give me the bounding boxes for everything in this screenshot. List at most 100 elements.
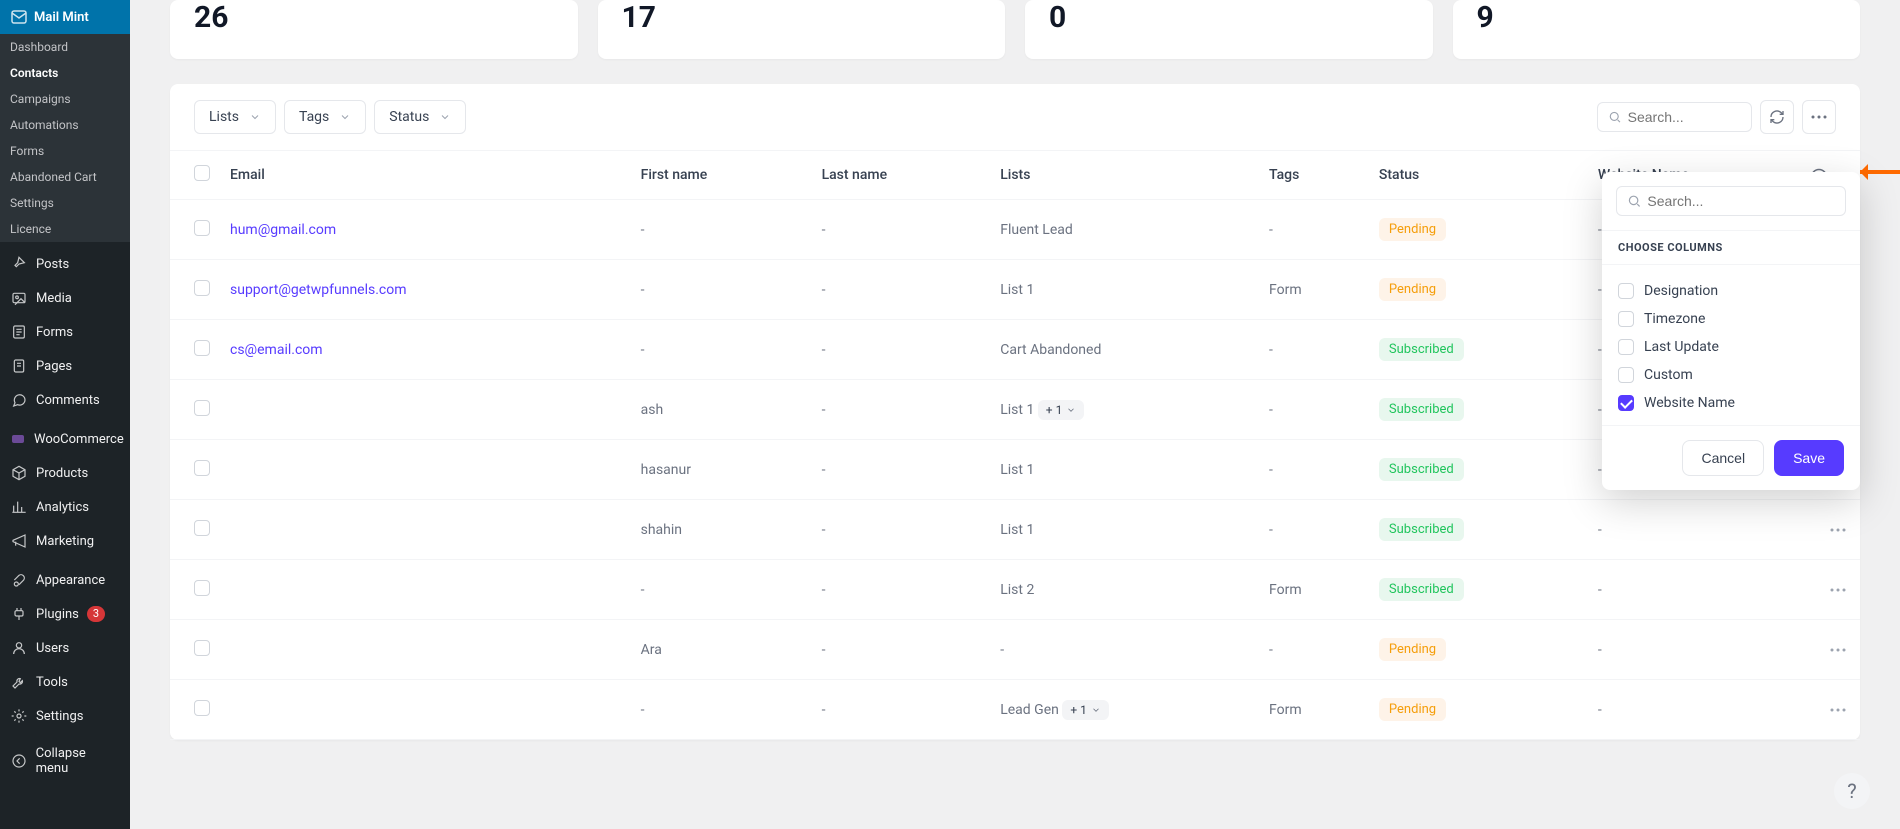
filter-button[interactable]: Lists	[194, 100, 276, 134]
marketing-icon	[11, 533, 27, 549]
stat-value: 0	[1049, 0, 1409, 35]
cell-status: Pending	[1369, 200, 1588, 260]
cell-lists: List 1	[990, 440, 1259, 500]
menu-item[interactable]: Collapse menu	[0, 738, 130, 784]
cell-first: -	[631, 200, 812, 260]
row-checkbox[interactable]	[194, 580, 210, 596]
row-more-button[interactable]	[1820, 500, 1860, 560]
menu-item[interactable]: WooCommerce	[0, 422, 130, 456]
option-checkbox[interactable]	[1618, 367, 1634, 383]
toolbar: ListsTagsStatus	[170, 84, 1860, 150]
select-all-checkbox[interactable]	[194, 165, 210, 181]
column-header[interactable]: Last name	[812, 151, 991, 200]
row-checkbox[interactable]	[194, 700, 210, 716]
column-option[interactable]: Designation	[1618, 277, 1844, 305]
menu-item[interactable]: Appearance	[0, 563, 130, 597]
menu-item[interactable]: Media	[0, 281, 130, 315]
cell-status: Subscribed	[1369, 500, 1588, 560]
cell-last: -	[812, 620, 991, 680]
submenu-item[interactable]: Licence	[0, 216, 130, 242]
pin-icon	[11, 256, 27, 272]
cell-email[interactable]: hum@gmail.com	[220, 200, 631, 260]
row-checkbox[interactable]	[194, 340, 210, 356]
mail-icon	[10, 8, 28, 26]
brand-label: Mail Mint	[34, 10, 89, 25]
menu-item[interactable]: Plugins3	[0, 597, 130, 631]
row-more-button[interactable]	[1820, 680, 1860, 740]
submenu-item[interactable]: Dashboard	[0, 34, 130, 60]
refresh-button[interactable]	[1760, 100, 1794, 134]
row-more-button[interactable]	[1820, 560, 1860, 620]
lists-more-pill[interactable]: + 1	[1062, 700, 1109, 720]
cell-email[interactable]: support@getwpfunnels.com	[220, 260, 631, 320]
row-checkbox[interactable]	[194, 520, 210, 536]
lists-more-pill[interactable]: + 1	[1038, 400, 1085, 420]
menu-item[interactable]: Marketing	[0, 524, 130, 558]
help-button[interactable]: ?	[1834, 773, 1870, 809]
column-option[interactable]: Timezone	[1618, 305, 1844, 333]
cell-status: Pending	[1369, 680, 1588, 740]
option-checkbox[interactable]	[1618, 311, 1634, 327]
plugin-submenu: DashboardContactsCampaignsAutomationsFor…	[0, 34, 130, 242]
media-icon	[11, 290, 27, 306]
cell-first: ash	[631, 380, 812, 440]
cell-email	[220, 380, 631, 440]
submenu-item[interactable]: Abandoned Cart	[0, 164, 130, 190]
menu-item[interactable]: Forms	[0, 315, 130, 349]
cancel-button[interactable]: Cancel	[1682, 440, 1764, 476]
menu-item[interactable]: Comments	[0, 383, 130, 417]
submenu-item[interactable]: Automations	[0, 112, 130, 138]
option-checkbox[interactable]	[1618, 339, 1634, 355]
chevron-down-icon	[1066, 405, 1076, 415]
option-checkbox[interactable]	[1618, 283, 1634, 299]
menu-item[interactable]: Settings	[0, 699, 130, 733]
menu-item[interactable]: Users	[0, 631, 130, 665]
submenu-item[interactable]: Campaigns	[0, 86, 130, 112]
brand[interactable]: Mail Mint	[0, 0, 130, 34]
table-row: --Lead Gen + 1 FormPending-	[170, 680, 1860, 740]
row-more-button[interactable]	[1820, 620, 1860, 680]
column-option[interactable]: Last Update	[1618, 333, 1844, 361]
row-checkbox[interactable]	[194, 640, 210, 656]
menu-item[interactable]: Pages	[0, 349, 130, 383]
table-row: --List 2FormSubscribed-	[170, 560, 1860, 620]
menu-item[interactable]: Products	[0, 456, 130, 490]
filter-button[interactable]: Tags	[284, 100, 366, 134]
filter-button[interactable]: Status	[374, 100, 466, 134]
status-badge: Subscribed	[1379, 518, 1464, 541]
option-checkbox[interactable]	[1618, 395, 1634, 411]
cell-email[interactable]: cs@email.com	[220, 320, 631, 380]
column-header[interactable]: Lists	[990, 151, 1259, 200]
row-checkbox[interactable]	[194, 460, 210, 476]
page-icon	[11, 358, 27, 374]
cell-first: -	[631, 320, 812, 380]
stat-value: 9	[1477, 0, 1837, 35]
more-button[interactable]	[1802, 100, 1836, 134]
stat-value: 26	[194, 0, 554, 35]
row-checkbox[interactable]	[194, 400, 210, 416]
column-header[interactable]: First name	[631, 151, 812, 200]
stat-card: 9	[1453, 0, 1861, 59]
column-option[interactable]: Custom	[1618, 361, 1844, 389]
column-header[interactable]: Email	[220, 151, 631, 200]
cell-lists: -	[990, 620, 1259, 680]
row-checkbox[interactable]	[194, 220, 210, 236]
menu-item[interactable]: Posts	[0, 247, 130, 281]
popover-search[interactable]	[1616, 186, 1846, 216]
menu-item[interactable]: Analytics	[0, 490, 130, 524]
menu-item[interactable]: Tools	[0, 665, 130, 699]
submenu-item[interactable]: Contacts	[0, 60, 130, 86]
status-badge: Pending	[1379, 698, 1446, 721]
submenu-item[interactable]: Forms	[0, 138, 130, 164]
search-input[interactable]	[1628, 109, 1741, 125]
submenu-item[interactable]: Settings	[0, 190, 130, 216]
search-box[interactable]	[1597, 102, 1752, 132]
save-button[interactable]: Save	[1774, 440, 1844, 476]
column-header[interactable]: Status	[1369, 151, 1588, 200]
cell-last: -	[812, 500, 991, 560]
row-checkbox[interactable]	[194, 280, 210, 296]
column-header[interactable]: Tags	[1259, 151, 1369, 200]
popover-search-input[interactable]	[1647, 193, 1835, 209]
cell-tags: -	[1259, 200, 1369, 260]
column-option[interactable]: Website Name	[1618, 389, 1844, 417]
